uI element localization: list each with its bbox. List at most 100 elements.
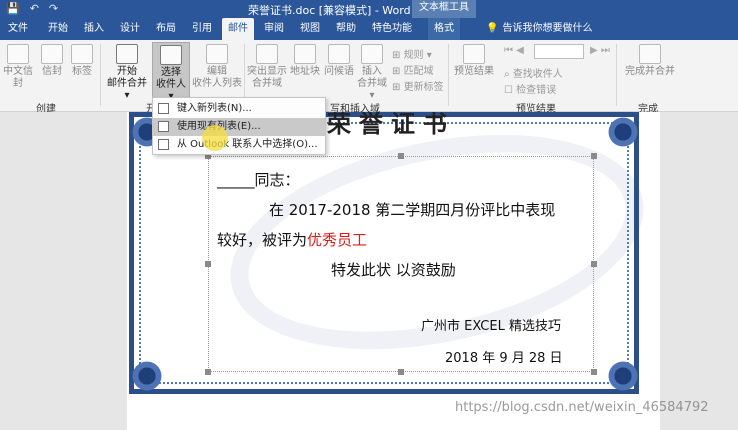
resize-handle[interactable] [591, 153, 597, 159]
address-block-label: 地址块 [290, 66, 320, 77]
edit-recipients-label-2: 收件人列表 [192, 78, 242, 89]
lightbulb-icon: 💡 [486, 23, 499, 34]
select-recipients-button[interactable]: 选择 收件人 ▾ [152, 42, 190, 102]
context-tab-title: 文本框工具 [412, 0, 476, 18]
group-separator [616, 44, 617, 106]
start-merge-label-2: 邮件合并 ▾ [107, 78, 147, 101]
ribbon-mailings: 中文信封 信封 标签 创建 开始 邮件合并 ▾ 选择 收件人 ▾ 编辑 收件人列… [0, 40, 738, 115]
menu-item-label: 键入新列表(N)... [177, 103, 252, 114]
chinese-envelope-button[interactable]: 中文信封 [0, 44, 36, 90]
menu-item-label: 从 Outlook 联系人中选择(O)... [177, 139, 318, 150]
finish-merge-label: 完成并合并 [625, 66, 675, 77]
start-mail-merge-button[interactable]: 开始 邮件合并 ▾ [104, 44, 150, 102]
resize-handle[interactable] [205, 261, 211, 267]
corner-ornament-bottom-right [603, 356, 643, 396]
insert-field-label-1: 插入 [362, 66, 382, 77]
tab-special-features[interactable]: 特色功能 [366, 18, 418, 40]
body-line-1: 在 2017-2018 第二学期四月份评比中表现 [269, 201, 556, 219]
envelope-button[interactable]: 信封 [38, 44, 66, 78]
document-area: 荣誉证书 _____同志： 在 2017-2018 第二学期四月份评比中表现 较… [0, 112, 738, 430]
label-sheet-icon [71, 44, 93, 64]
resize-handle[interactable] [591, 261, 597, 267]
resize-handle[interactable] [398, 369, 404, 375]
edit-list-icon [206, 44, 228, 64]
rules-label: 规则 ▾ [403, 50, 432, 61]
insert-merge-field-button[interactable]: 插入 合并域 ▾ [354, 44, 390, 102]
resize-handle[interactable] [205, 369, 211, 375]
menu-item-outlook-contacts[interactable]: 从 Outlook 联系人中选择(O)... [153, 136, 325, 154]
edit-recipient-list-button[interactable]: 编辑 收件人列表 [192, 44, 242, 90]
tell-me-box[interactable]: 💡 告诉我你想要做什么 [486, 18, 592, 40]
people-icon [160, 45, 182, 65]
match-fields-icon: ⊞ [392, 66, 404, 77]
tell-me-text: 告诉我你想要做什么 [502, 23, 593, 34]
update-labels-button[interactable]: ⊞ 更新标签 [392, 78, 444, 93]
record-number-input[interactable] [534, 44, 584, 59]
tab-insert[interactable]: 插入 [78, 18, 110, 40]
greeting-line-button[interactable]: 问候语 [322, 44, 356, 78]
greeting-line-label: 问候语 [324, 66, 354, 77]
tab-view[interactable]: 视图 [294, 18, 326, 40]
tab-format[interactable]: 格式 [428, 18, 460, 40]
body-line-2: 较好，被评为优秀员工 [217, 229, 367, 250]
update-labels-label: 更新标签 [403, 82, 444, 93]
first-record-icon[interactable]: ⏮ ◀ [504, 45, 524, 56]
rules-button[interactable]: ⊞ 规则 ▾ [392, 46, 432, 61]
mouse-cursor-highlight [202, 125, 228, 151]
document-title: 荣誉证书.doc [兼容模式] - Word [248, 4, 411, 17]
preview-icon [463, 44, 485, 64]
issue-date: 2018 年 9 月 28 日 [445, 351, 563, 366]
redo-icon[interactable]: ↷ [49, 2, 58, 15]
highlight-icon [256, 44, 278, 64]
quick-access-toolbar: 💾 ↶ ↷ [6, 2, 58, 15]
select-recipients-menu: 键入新列表(N)... 使用现有列表(E)... 从 Outlook 联系人中选… [152, 97, 326, 155]
tab-references[interactable]: 引用 [186, 18, 218, 40]
labels-label: 标签 [72, 66, 92, 77]
tab-review[interactable]: 审阅 [258, 18, 290, 40]
tab-file[interactable]: 文件 [2, 18, 34, 40]
tab-home[interactable]: 开始 [42, 18, 74, 40]
document-merge-icon [116, 44, 138, 64]
envelope-icon [7, 44, 29, 64]
finish-merge-button[interactable]: 完成并合并 [622, 44, 678, 78]
tab-layout[interactable]: 布局 [150, 18, 182, 40]
award-name: 优秀员工 [307, 231, 368, 249]
tab-design[interactable]: 设计 [114, 18, 146, 40]
match-fields-button[interactable]: ⊞ 匹配域 [392, 62, 434, 77]
menu-item-type-new-list[interactable]: 键入新列表(N)... [153, 100, 325, 118]
rules-icon: ⊞ [392, 50, 404, 61]
watermark: https://blog.csdn.net/weixin_46584792 [455, 400, 709, 415]
corner-ornament-bottom-left [127, 356, 167, 396]
edit-recipients-label-1: 编辑 [207, 66, 227, 77]
find-recipient-button[interactable]: ⌕ 查找收件人 [504, 65, 563, 80]
save-icon[interactable]: 💾 [6, 2, 20, 15]
address-block-button[interactable]: 地址块 [288, 44, 322, 78]
menu-item-use-existing-list[interactable]: 使用现有列表(E)... [153, 118, 325, 136]
tab-mailings[interactable]: 邮件 [222, 18, 254, 40]
last-record-icon[interactable]: ▶ ⏭ [590, 45, 610, 56]
body-line-3: 特发此状 以资鼓励 [331, 261, 456, 279]
check-errors-label: 检查错误 [516, 85, 557, 96]
labels-button[interactable]: 标签 [68, 44, 96, 78]
check-errors-icon: ☐ [504, 85, 517, 96]
check-errors-button[interactable]: ☐ 检查错误 [504, 81, 556, 96]
body-line-2-text: 较好，被评为 [217, 231, 308, 249]
select-recipients-label-1: 选择 [161, 67, 181, 78]
document-page: 荣誉证书 _____同志： 在 2017-2018 第二学期四月份评比中表现 较… [127, 112, 660, 430]
undo-icon[interactable]: ↶ [30, 2, 39, 15]
highlight-merge-fields-button[interactable]: 突出显示 合并域 [246, 44, 288, 90]
tab-help[interactable]: 帮助 [330, 18, 362, 40]
signature: 广州市 EXCEL 精选技巧 [421, 319, 561, 334]
resize-handle[interactable] [591, 369, 597, 375]
text-box[interactable]: _____同志： 在 2017-2018 第二学期四月份评比中表现 较好，被评为… [205, 153, 597, 375]
resize-handle[interactable] [398, 153, 404, 159]
ribbon-tabs: 文件 开始 插入 设计 布局 引用 邮件 审阅 视图 帮助 特色功能 格式 💡 … [0, 18, 738, 40]
find-icon: ⌕ [504, 69, 513, 80]
group-separator [448, 44, 449, 106]
chinese-envelope-label: 中文信封 [3, 66, 33, 89]
preview-results-button[interactable]: 预览结果 [452, 44, 496, 78]
insert-field-icon [361, 44, 383, 64]
corner-ornament-top-right [603, 112, 643, 152]
preview-results-label: 预览结果 [454, 66, 494, 77]
outlook-contacts-icon [158, 139, 169, 150]
